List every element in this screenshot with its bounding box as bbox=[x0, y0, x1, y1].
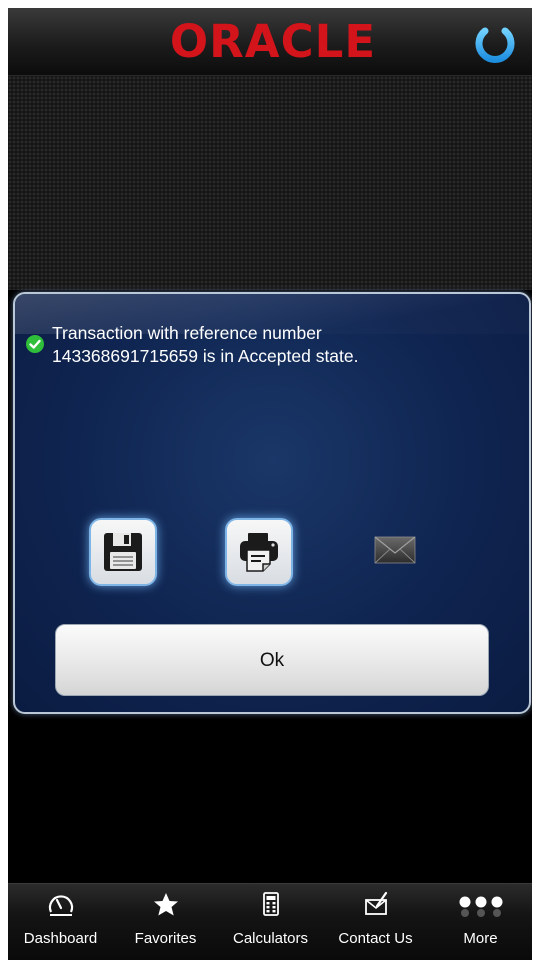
status-message-line1: Transaction with reference number bbox=[52, 323, 322, 343]
tab-label-dashboard: Dashboard bbox=[23, 930, 98, 947]
tab-dashboard[interactable]: Dashboard bbox=[8, 884, 113, 960]
bottom-tab-bar: Dashboard Favorites Calculators Contact … bbox=[8, 883, 532, 960]
email-button[interactable] bbox=[373, 534, 417, 566]
save-button[interactable] bbox=[89, 518, 157, 586]
tab-label-calculators: Calculators bbox=[232, 930, 309, 947]
status-message-line2: 143368691715659 is in Accepted state. bbox=[52, 346, 359, 366]
oracle-logo: ORACLE bbox=[169, 15, 377, 68]
ok-button[interactable]: Ok bbox=[55, 624, 489, 696]
transaction-status-dialog: Transaction with reference number 143368… bbox=[13, 292, 531, 714]
app-screen: ORACLE Transaction with reference number… bbox=[8, 8, 532, 960]
print-button[interactable] bbox=[225, 518, 293, 586]
power-icon bbox=[475, 19, 515, 63]
tab-label-more: More bbox=[463, 930, 498, 947]
tab-favorites[interactable]: Favorites bbox=[113, 884, 218, 960]
tab-label-favorites: Favorites bbox=[134, 930, 197, 947]
tab-calculators[interactable]: Calculators bbox=[218, 884, 323, 960]
contact-icon bbox=[364, 891, 387, 915]
status-message: Transaction with reference number 143368… bbox=[52, 322, 512, 368]
tab-label-contact-us: Contact Us bbox=[338, 930, 413, 947]
background-texture bbox=[8, 76, 532, 290]
tab-contact-us[interactable]: Contact Us bbox=[323, 884, 428, 960]
calculator-icon bbox=[262, 892, 279, 916]
app-header: ORACLE bbox=[8, 8, 532, 76]
floppy-disk-icon bbox=[104, 533, 142, 571]
check-circle-icon bbox=[26, 335, 44, 353]
printer-icon bbox=[240, 533, 278, 572]
star-icon bbox=[153, 893, 178, 916]
logout-button[interactable] bbox=[470, 18, 520, 68]
more-dots-icon bbox=[459, 896, 502, 917]
envelope-icon bbox=[374, 536, 416, 564]
tab-more[interactable]: More bbox=[428, 884, 532, 960]
speedometer-icon bbox=[48, 895, 73, 916]
